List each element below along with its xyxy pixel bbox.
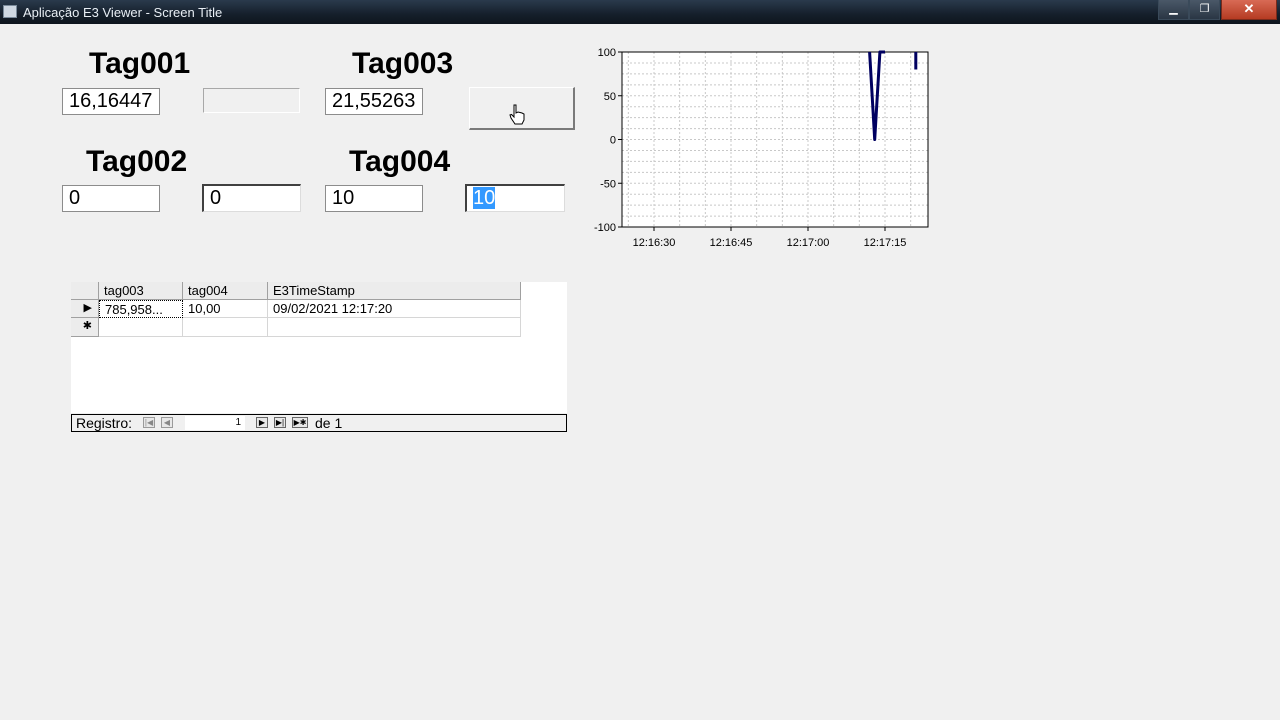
record-navigator: Registro: |◀ ◀ 1 ▶ ▶| ▶✱ de 1 [71, 414, 567, 432]
x-tick-label: 12:16:30 [633, 237, 676, 249]
tag004-input-selection: 10 [473, 187, 496, 209]
new-row-cell[interactable] [268, 318, 521, 337]
window-title: Aplicação E3 Viewer - Screen Title [23, 5, 223, 20]
y-tick-label: -100 [594, 222, 616, 234]
tag003-display: 21,55263 [325, 88, 423, 115]
cell-timestamp[interactable]: 09/02/2021 12:17:20 [268, 300, 521, 318]
column-header-tag003[interactable]: tag003 [99, 282, 183, 300]
new-row-cell[interactable] [183, 318, 268, 337]
cell-tag003[interactable]: 785,958... [99, 300, 183, 318]
column-header-tag004[interactable]: tag004 [183, 282, 268, 300]
chart-svg: 100 50 0 -50 -100 12:16:30 12:16:45 12:17:00 12:… [594, 47, 929, 249]
previous-record-button[interactable]: ◀ [161, 417, 173, 428]
y-tick-label: 100 [598, 47, 616, 59]
x-tick-label: 12:16:45 [710, 237, 753, 249]
tag002-label: Tag002 [86, 145, 188, 178]
y-tick-label: 50 [604, 91, 616, 103]
tag004-label: Tag004 [349, 145, 451, 178]
hand-cursor-icon [509, 104, 525, 125]
maximize-button[interactable]: ❐ [1189, 0, 1220, 20]
new-record-button[interactable]: ▶✱ [292, 417, 308, 428]
cell-tag004[interactable]: 10,00 [183, 300, 268, 318]
row-selector-new[interactable]: ✱ [71, 318, 99, 337]
data-grid[interactable]: tag003 tag004 E3TimeStamp ▶ 785,958... 1… [71, 282, 567, 413]
record-number-input[interactable]: 1 [185, 416, 245, 430]
title-bar: Aplicação E3 Viewer - Screen Title ▁ ❐ ✕ [0, 0, 1280, 24]
grid-corner [71, 282, 99, 300]
x-tick-label: 12:17:15 [864, 237, 907, 249]
app-icon [3, 5, 17, 18]
first-record-button[interactable]: |◀ [143, 417, 155, 428]
column-header-timestamp[interactable]: E3TimeStamp [268, 282, 521, 300]
new-row-cell[interactable] [99, 318, 183, 337]
row-selector-current[interactable]: ▶ [71, 300, 99, 318]
tag004-display: 10 [325, 185, 423, 212]
y-tick-label: 0 [610, 135, 616, 147]
tag002-input[interactable]: 0 [202, 184, 301, 212]
tag001-input[interactable] [203, 88, 300, 113]
record-label: Registro: [76, 415, 133, 431]
tag003-label: Tag003 [352, 47, 454, 80]
trend-chart: 100 50 0 -50 -100 12:16:30 12:16:45 12:17:00 12:… [590, 44, 935, 256]
tag001-label: Tag001 [89, 47, 191, 80]
tag001-display: 16,16447 [62, 88, 160, 115]
tag004-input[interactable]: 10 [465, 184, 565, 212]
x-tick-label: 12:17:00 [787, 237, 830, 249]
minimize-button[interactable]: ▁ [1158, 0, 1189, 20]
y-tick-label: -50 [600, 178, 616, 190]
close-button[interactable]: ✕ [1221, 0, 1277, 20]
tag002-display: 0 [62, 185, 160, 212]
last-record-button[interactable]: ▶| [274, 417, 286, 428]
record-count: de 1 [315, 415, 343, 431]
next-record-button[interactable]: ▶ [256, 417, 268, 428]
